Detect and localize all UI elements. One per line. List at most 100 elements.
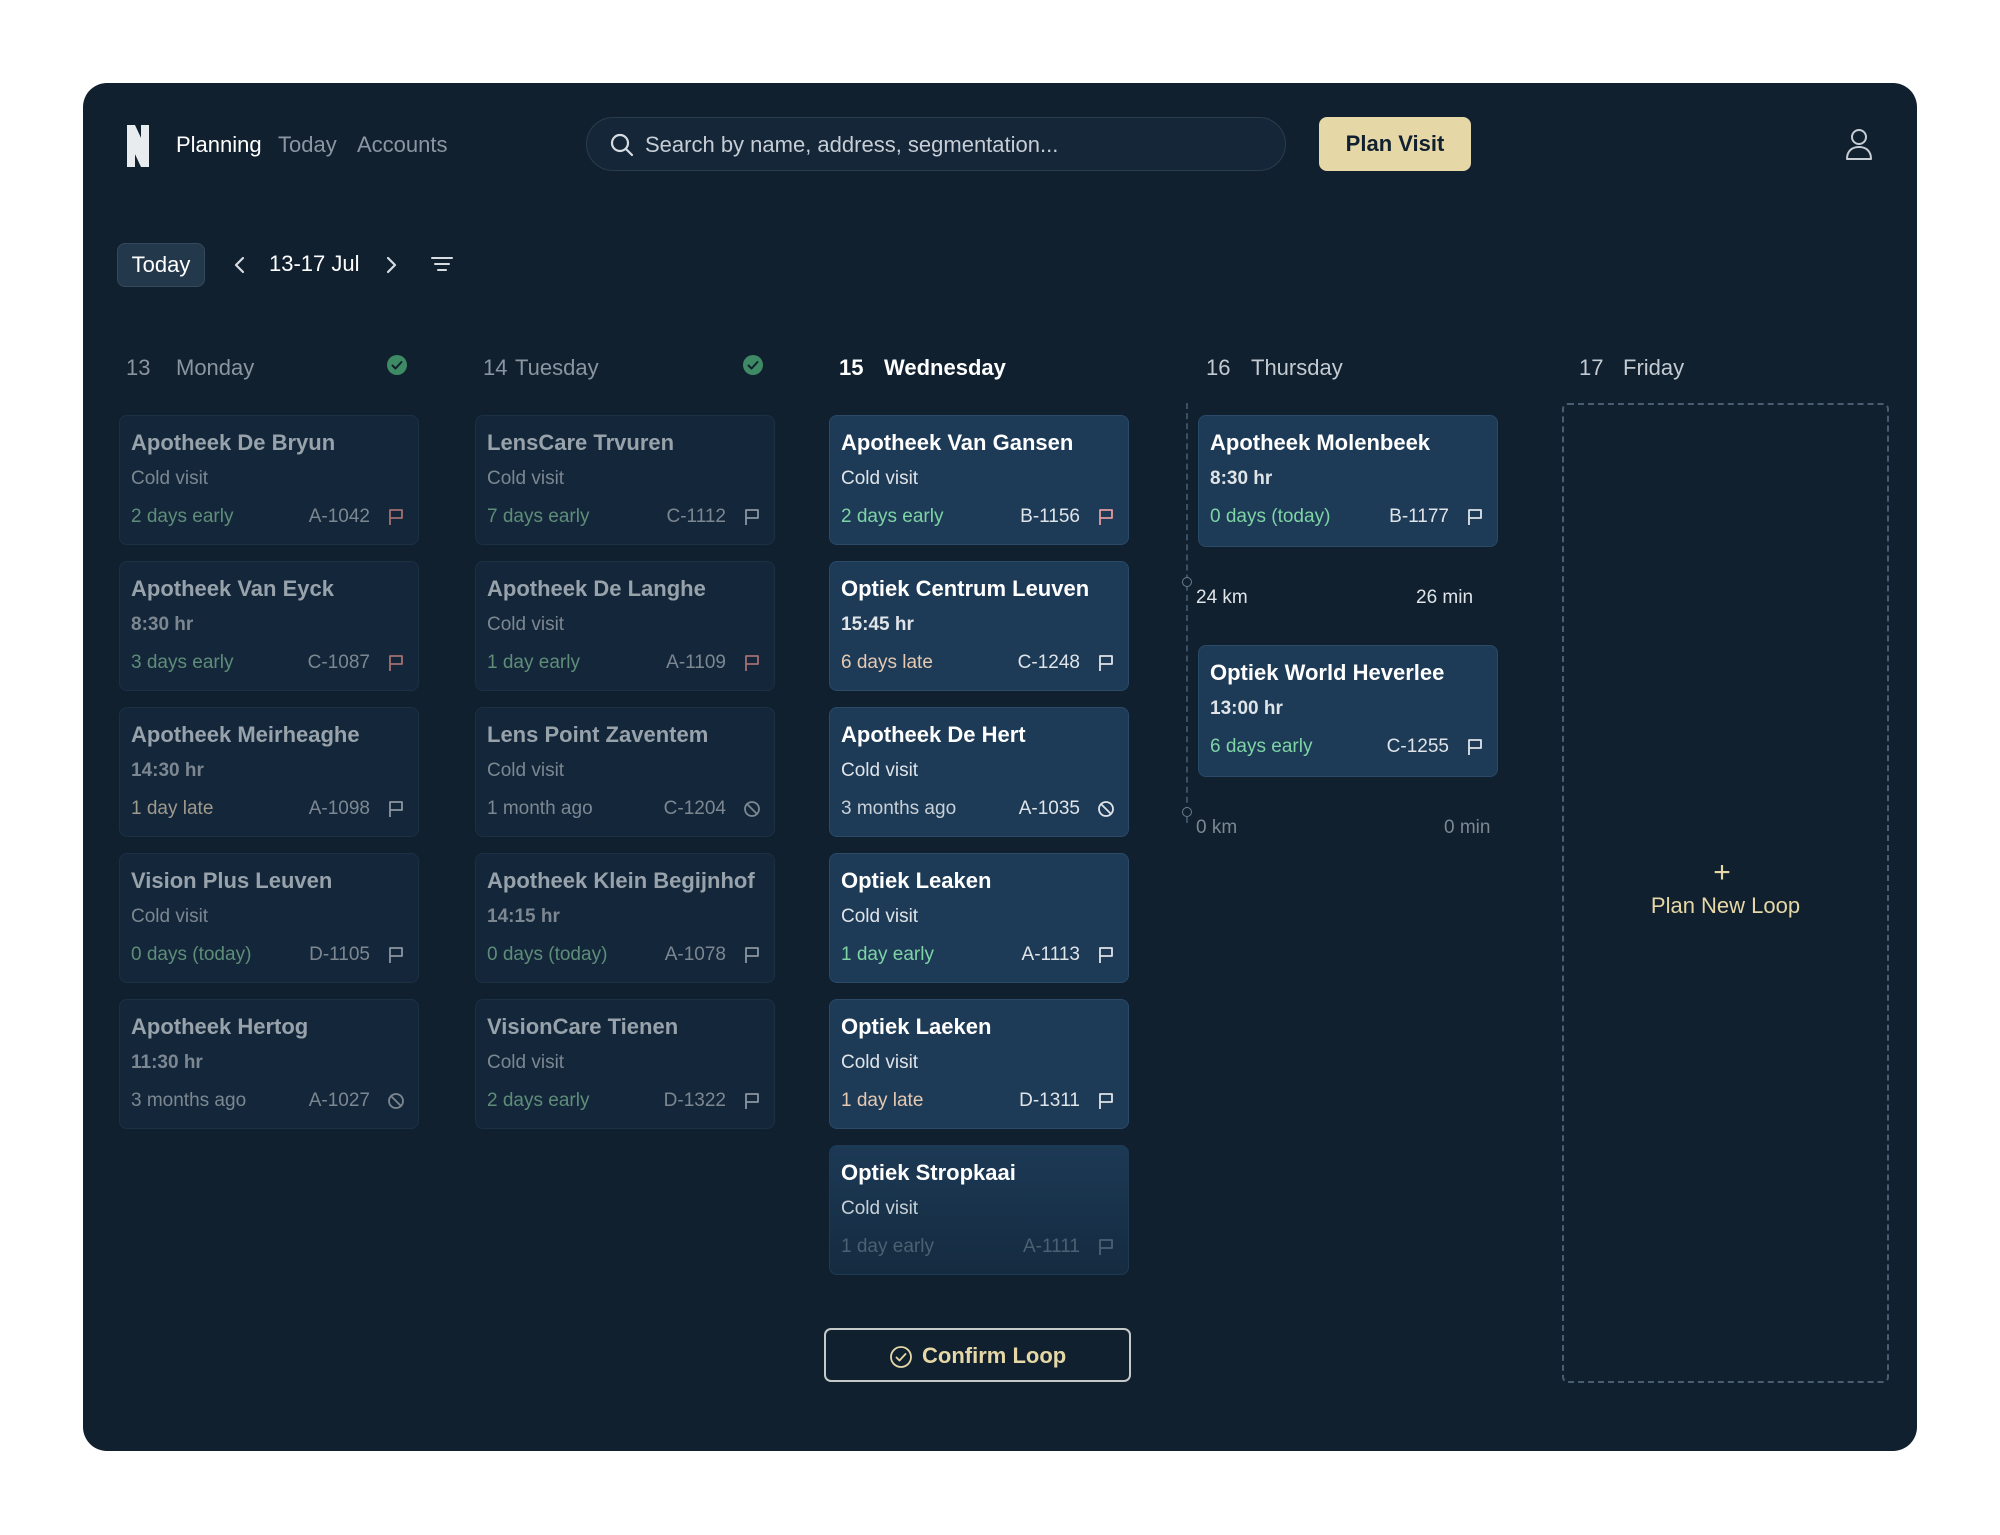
blocked-icon[interactable]: [743, 800, 761, 818]
card-subtitle: Cold visit: [841, 468, 919, 489]
flag-icon[interactable]: [743, 1092, 761, 1110]
flag-icon[interactable]: [743, 946, 761, 964]
card-time: 8:30 hr: [131, 614, 194, 635]
card-title: Apotheek Klein Begijnhof: [487, 868, 755, 893]
visit-card[interactable]: Optiek Centrum Leuven 15:45 hr 6 days la…: [829, 561, 1129, 691]
blocked-icon[interactable]: [1097, 800, 1115, 818]
check-circle-icon: [387, 355, 407, 375]
route-distance: 24 km: [1196, 587, 1248, 608]
card-status: 6 days early: [1210, 736, 1313, 757]
card-status: 3 months ago: [841, 798, 957, 819]
flag-icon[interactable]: [1097, 508, 1115, 526]
flag-icon[interactable]: [743, 508, 761, 526]
day-name-friday[interactable]: Friday: [1623, 353, 1684, 383]
card-status: 1 day early: [841, 1236, 934, 1257]
card-title: Optiek Leaken: [841, 868, 992, 893]
visit-card[interactable]: Vision Plus Leuven Cold visit 0 days (to…: [119, 853, 419, 983]
route-dot: [1182, 577, 1192, 587]
visit-card[interactable]: Apotheek De Bryun Cold visit 2 days earl…: [119, 415, 419, 545]
flag-icon[interactable]: [387, 946, 405, 964]
flag-icon[interactable]: [1097, 946, 1115, 964]
route-dot: [1182, 807, 1192, 817]
visit-card[interactable]: Apotheek Molenbeek 8:30 hr 0 days (today…: [1198, 415, 1498, 547]
nav-accounts[interactable]: Accounts: [357, 130, 448, 160]
card-subtitle: Cold visit: [841, 906, 919, 927]
card-status: 0 days (today): [487, 944, 608, 965]
visit-card[interactable]: Apotheek De Hert Cold visit 3 months ago…: [829, 707, 1129, 837]
blocked-icon[interactable]: [387, 1092, 405, 1110]
user-icon[interactable]: [1844, 127, 1874, 161]
card-code: C-1112: [666, 506, 727, 527]
card-status: 2 days early: [131, 506, 234, 527]
date-range: 13-17 Jul: [269, 251, 360, 276]
visit-card[interactable]: Optiek Laeken Cold visit 1 day late D-13…: [829, 999, 1129, 1129]
card-title: Apotheek Van Eyck: [131, 576, 334, 601]
visit-card[interactable]: Apotheek Hertog 11:30 hr 3 months ago A-…: [119, 999, 419, 1129]
route-duration: 0 min: [1444, 817, 1491, 838]
flag-icon[interactable]: [1466, 508, 1484, 526]
card-title: Apotheek Meirheaghe: [131, 722, 360, 747]
card-title: Optiek World Heverlee: [1210, 660, 1445, 685]
chevron-left-icon[interactable]: [229, 253, 251, 277]
card-code: A-1035: [1018, 798, 1080, 819]
day-name-thursday[interactable]: Thursday: [1251, 353, 1343, 383]
visit-card[interactable]: VisionCare Tienen Cold visit 2 days earl…: [475, 999, 775, 1129]
day-name-tuesday[interactable]: Tuesday: [515, 353, 599, 383]
visit-card[interactable]: LensCare Trvuren Cold visit 7 days early…: [475, 415, 775, 545]
card-status: 0 days (today): [1210, 506, 1331, 527]
card-status: 3 months ago: [131, 1090, 247, 1111]
day-number-15: 15: [839, 355, 864, 380]
visit-card[interactable]: Optiek Stropkaai Cold visit 1 day early …: [829, 1145, 1129, 1275]
flag-icon[interactable]: [387, 654, 405, 672]
visit-card[interactable]: Apotheek De Langhe Cold visit 1 day earl…: [475, 561, 775, 691]
card-code: C-1087: [307, 652, 370, 673]
today-button[interactable]: Today: [117, 243, 205, 287]
plan-new-loop-label[interactable]: Plan New Loop: [1562, 891, 1889, 921]
check-circle-icon: [890, 1346, 912, 1368]
card-code: A-1111: [1022, 1236, 1080, 1257]
flag-icon[interactable]: [1466, 738, 1484, 756]
card-code: D-1311: [1019, 1090, 1080, 1111]
card-title: Optiek Stropkaai: [841, 1160, 1016, 1185]
card-subtitle: Cold visit: [841, 760, 919, 781]
day-name-wednesday[interactable]: Wednesday: [884, 353, 1006, 383]
flag-icon[interactable]: [1097, 1092, 1115, 1110]
visit-card[interactable]: Apotheek Meirheaghe 14:30 hr 1 day late …: [119, 707, 419, 837]
flag-icon[interactable]: [1097, 654, 1115, 672]
flag-icon[interactable]: [387, 508, 405, 526]
visit-card[interactable]: Optiek Leaken Cold visit 1 day early A-1…: [829, 853, 1129, 983]
flag-icon[interactable]: [387, 800, 405, 818]
card-code: C-1248: [1017, 652, 1080, 673]
card-status: 1 day late: [131, 798, 214, 819]
logo-icon: [127, 125, 149, 167]
search-input[interactable]: Search by name, address, segmentation...: [586, 117, 1286, 171]
visit-card[interactable]: Apotheek Klein Begijnhof 14:15 hr 0 days…: [475, 853, 775, 983]
card-status: 2 days early: [487, 1090, 590, 1111]
card-status: 1 day late: [841, 1090, 924, 1111]
confirm-loop-button[interactable]: Confirm Loop: [824, 1328, 1131, 1382]
flag-icon[interactable]: [1097, 1238, 1115, 1256]
filter-icon[interactable]: [430, 253, 454, 275]
day-name-monday[interactable]: Monday: [176, 353, 254, 383]
card-title: Vision Plus Leuven: [131, 868, 333, 893]
route-duration: 26 min: [1416, 587, 1474, 608]
card-code: A-1109: [666, 652, 726, 673]
route-line: [1186, 403, 1188, 823]
flag-icon[interactable]: [743, 654, 761, 672]
card-code: C-1255: [1386, 736, 1449, 757]
visit-card[interactable]: Lens Point Zaventem Cold visit 1 month a…: [475, 707, 775, 837]
nav-today[interactable]: Today: [278, 130, 337, 160]
card-subtitle: Cold visit: [131, 468, 209, 489]
visit-card[interactable]: Apotheek Van Eyck 8:30 hr 3 days early C…: [119, 561, 419, 691]
day-number-14: 14: [483, 355, 508, 380]
day-number-16: 16: [1206, 355, 1231, 380]
chevron-right-icon[interactable]: [380, 253, 402, 277]
day-number-13: 13: [126, 355, 151, 380]
card-subtitle: Cold visit: [487, 1052, 565, 1073]
plan-visit-button[interactable]: Plan Visit: [1319, 117, 1471, 171]
visit-card[interactable]: Apotheek Van Gansen Cold visit 2 days ea…: [829, 415, 1129, 545]
visit-card[interactable]: Optiek World Heverlee 13:00 hr 6 days ea…: [1198, 645, 1498, 777]
nav-planning[interactable]: Planning: [176, 130, 262, 160]
card-code: A-1113: [1021, 944, 1080, 965]
card-status: 7 days early: [487, 506, 590, 527]
